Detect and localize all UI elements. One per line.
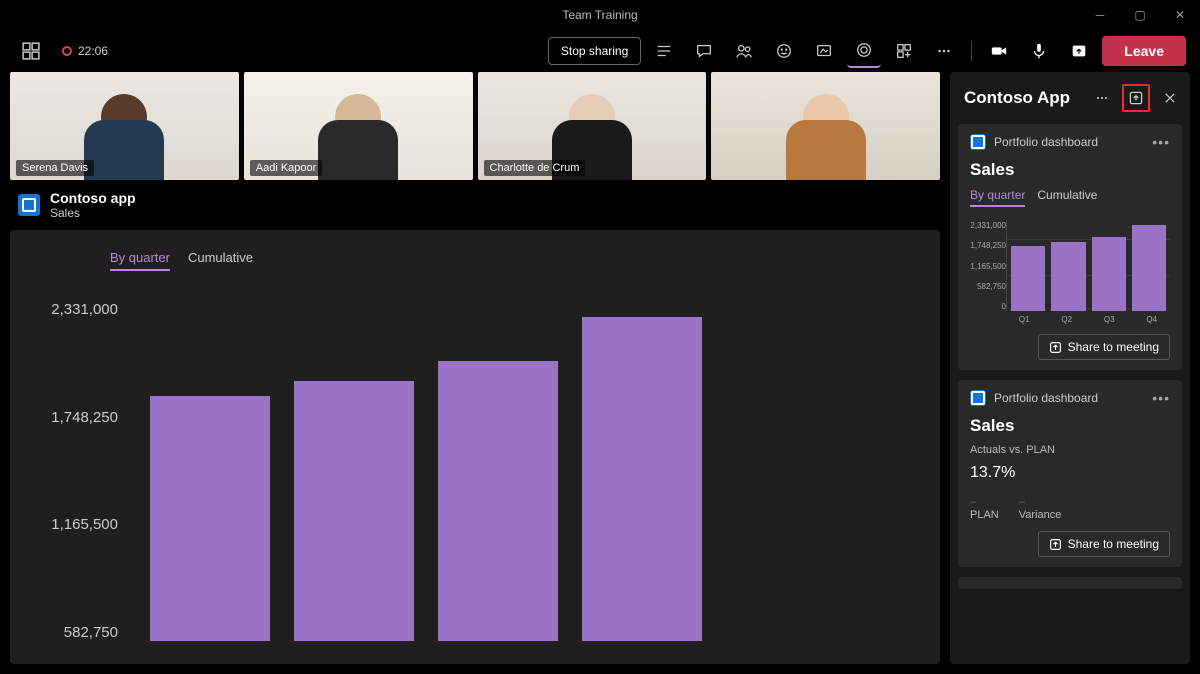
bar <box>150 396 270 641</box>
stage: Serena Davis Aadi Kapoor Charlotte de Cr… <box>10 72 940 664</box>
app-icon <box>18 194 40 216</box>
share-label: Share to meeting <box>1068 340 1159 354</box>
bar <box>294 381 414 641</box>
mc-ytick: 1,165,500 <box>970 262 1006 271</box>
share-to-meeting-button[interactable]: Share to meeting <box>1038 531 1170 557</box>
mini-bar <box>1132 225 1166 311</box>
popout-icon[interactable] <box>1122 84 1150 112</box>
close-panel-icon[interactable] <box>1156 84 1184 112</box>
participant-name: Serena Davis <box>16 160 94 176</box>
card-source: Portfolio dashboard <box>994 135 1144 149</box>
panel-more-icon[interactable] <box>1088 84 1116 112</box>
recording-indicator: 22:06 <box>62 44 108 58</box>
mc-xtick: Q2 <box>1049 315 1086 324</box>
dashboard-card: Portfolio dashboard ••• Sales Actuals vs… <box>958 380 1182 567</box>
dash: – <box>970 496 999 508</box>
mini-tab-cumulative[interactable]: Cumulative <box>1037 188 1097 207</box>
chart-panel: By quarter Cumulative 2,331,000 1,748,25… <box>10 230 940 664</box>
card-metric: 13.7% <box>970 464 1170 482</box>
ytick: 582,750 <box>64 624 118 641</box>
mc-xtick: Q4 <box>1134 315 1171 324</box>
kv-label: PLAN <box>970 509 999 521</box>
reactions-icon[interactable] <box>767 34 801 68</box>
stop-sharing-button[interactable]: Stop sharing <box>548 37 641 65</box>
mini-tab-by-quarter[interactable]: By quarter <box>970 188 1025 207</box>
participant-tile[interactable]: Serena Davis <box>10 72 239 180</box>
app-icon <box>970 390 986 406</box>
card-more-icon[interactable]: ••• <box>1152 134 1170 150</box>
dash: – <box>1019 496 1062 508</box>
notes-icon[interactable] <box>647 34 681 68</box>
participant-tile[interactable] <box>711 72 940 180</box>
meeting-toolbar: 22:06 Stop sharing Leave <box>0 30 1200 72</box>
mc-ytick: 2,331,000 <box>970 221 1006 230</box>
ytick: 1,748,250 <box>51 409 118 426</box>
mini-bar <box>1011 246 1045 311</box>
share-label: Share to meeting <box>1068 537 1159 551</box>
video-row: Serena Davis Aadi Kapoor Charlotte de Cr… <box>10 72 940 180</box>
record-tool-icon[interactable] <box>847 34 881 68</box>
window-controls: ─ ▢ ✕ <box>1080 0 1200 30</box>
participant-name: Aadi Kapoor <box>250 160 323 176</box>
dashboard-card-peek <box>958 577 1182 589</box>
side-panel-header: Contoso App <box>950 72 1190 124</box>
mc-ytick: 1,748,250 <box>970 241 1006 250</box>
participant-tile[interactable]: Charlotte de Crum <box>478 72 707 180</box>
card-source: Portfolio dashboard <box>994 391 1144 405</box>
mc-ytick: 0 <box>970 302 1006 311</box>
ytick: 2,331,000 <box>51 301 118 318</box>
title-bar: Team Training ─ ▢ ✕ <box>0 0 1200 30</box>
maximize-button[interactable]: ▢ <box>1120 0 1160 30</box>
apps-icon[interactable] <box>887 34 921 68</box>
share-to-meeting-button[interactable]: Share to meeting <box>1038 334 1170 360</box>
card-title: Sales <box>970 160 1170 180</box>
ytick: 1,165,500 <box>51 516 118 533</box>
app-icon <box>970 134 986 150</box>
card-more-icon[interactable]: ••• <box>1152 390 1170 406</box>
people-icon[interactable] <box>727 34 761 68</box>
side-panel-body: Portfolio dashboard ••• Sales By quarter… <box>950 124 1190 597</box>
mini-bar-chart: 2,331,000 1,748,250 1,165,500 582,750 0 <box>970 221 1170 311</box>
card-subtitle: Actuals vs. PLAN <box>970 444 1170 456</box>
participant-name: Charlotte de Crum <box>484 160 586 176</box>
mc-xtick: Q3 <box>1091 315 1128 324</box>
mc-ytick: 582,750 <box>970 282 1006 291</box>
chart-tabs: By quarter Cumulative <box>110 250 910 271</box>
camera-icon[interactable] <box>982 34 1016 68</box>
leave-button[interactable]: Leave <box>1102 36 1186 66</box>
divider <box>971 41 972 61</box>
recording-time: 22:06 <box>78 44 108 58</box>
shared-app-page: Sales <box>50 206 136 220</box>
main-area: Serena Davis Aadi Kapoor Charlotte de Cr… <box>0 72 1200 674</box>
mini-bar <box>1092 237 1126 311</box>
shared-app-header: Contoso app Sales <box>10 180 940 224</box>
bars-area <box>130 301 910 641</box>
chat-icon[interactable] <box>687 34 721 68</box>
shared-app-name: Contoso app <box>50 190 136 206</box>
side-panel: Contoso App Portfolio dashboard ••• Sale… <box>950 72 1190 664</box>
participant-tile[interactable]: Aadi Kapoor <box>244 72 473 180</box>
microphone-icon[interactable] <box>1022 34 1056 68</box>
tab-by-quarter[interactable]: By quarter <box>110 250 170 271</box>
bar-chart: 2,331,000 1,748,250 1,165,500 582,750 <box>40 301 910 641</box>
close-button[interactable]: ✕ <box>1160 0 1200 30</box>
minimize-button[interactable]: ─ <box>1080 0 1120 30</box>
share-screen-icon[interactable] <box>1062 34 1096 68</box>
card-title: Sales <box>970 416 1170 436</box>
mc-xtick: Q1 <box>1006 315 1043 324</box>
mini-bar <box>1051 242 1085 311</box>
record-icon <box>62 46 72 56</box>
tab-cumulative[interactable]: Cumulative <box>188 250 253 271</box>
side-panel-title: Contoso App <box>964 88 1082 108</box>
bar <box>582 317 702 641</box>
whiteboard-icon[interactable] <box>807 34 841 68</box>
window-title: Team Training <box>562 8 637 22</box>
bar <box>438 361 558 641</box>
more-options-icon[interactable] <box>927 34 961 68</box>
kv-row: –PLAN –Variance <box>970 496 1170 521</box>
layout-grid-icon[interactable] <box>14 34 48 68</box>
dashboard-card: Portfolio dashboard ••• Sales By quarter… <box>958 124 1182 370</box>
y-axis: 2,331,000 1,748,250 1,165,500 582,750 <box>40 301 130 641</box>
kv-label: Variance <box>1019 509 1062 521</box>
